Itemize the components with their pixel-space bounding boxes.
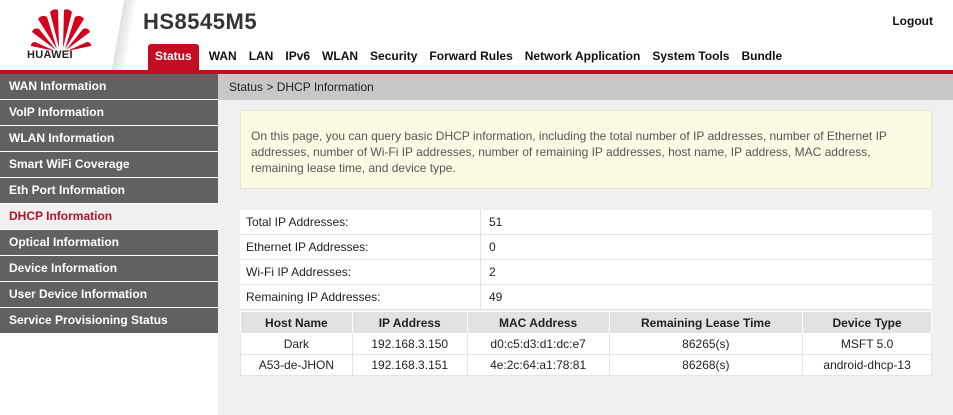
summary-value: 2 xyxy=(489,265,496,279)
cell-device-type: android-dhcp-13 xyxy=(802,354,932,376)
table-header-row: Host Name IP Address MAC Address Remaini… xyxy=(240,311,932,334)
sidebar-item-eth-port-information[interactable]: Eth Port Information xyxy=(0,178,218,204)
tab-security[interactable]: Security xyxy=(364,44,423,70)
column-header-ip-address: IP Address xyxy=(351,311,468,334)
header-divider xyxy=(111,0,137,70)
cell-host-name: Dark xyxy=(240,333,353,355)
summary-value: 0 xyxy=(489,240,496,254)
summary-row-ethernet-ip: Ethernet IP Addresses: 0 xyxy=(240,235,932,260)
cell-ip-address: 192.168.3.151 xyxy=(351,354,468,376)
summary-row-total-ip: Total IP Addresses: 51 xyxy=(240,210,932,235)
main-content: Status > DHCP Information On this page, … xyxy=(218,74,953,415)
tab-network-application[interactable]: Network Application xyxy=(519,44,647,70)
dhcp-summary: Total IP Addresses: 51 Ethernet IP Addre… xyxy=(240,210,932,310)
cell-ip-address: 192.168.3.150 xyxy=(351,333,468,355)
cell-remaining-lease-time: 86268(s) xyxy=(608,354,804,376)
summary-row-remaining-ip: Remaining IP Addresses: 49 xyxy=(240,285,932,310)
device-model-title: HS8545M5 xyxy=(143,9,258,34)
table-row: A53-de-JHON 192.168.3.151 4e:2c:64:a1:78… xyxy=(240,354,932,376)
tab-forward-rules[interactable]: Forward Rules xyxy=(423,44,518,70)
tab-status[interactable]: Status xyxy=(148,44,199,70)
table-row: Dark 192.168.3.150 d0:c5:d3:d1:dc:e7 862… xyxy=(240,333,932,355)
tab-system-tools[interactable]: System Tools xyxy=(646,44,735,70)
breadcrumb: Status > DHCP Information xyxy=(218,74,953,100)
column-header-remaining-lease-time: Remaining Lease Time xyxy=(608,311,804,334)
cell-host-name: A53-de-JHON xyxy=(240,354,353,376)
summary-value: 51 xyxy=(489,215,503,229)
sidebar-item-device-information[interactable]: Device Information xyxy=(0,256,218,282)
logout-link[interactable]: Logout xyxy=(892,14,933,28)
top-nav: Status WAN LAN IPv6 WLAN Security Forwar… xyxy=(148,44,788,70)
summary-label: Total IP Addresses: xyxy=(240,210,481,234)
sidebar: WAN Information VoIP Information WLAN In… xyxy=(0,74,218,415)
brand-name: HUAWEI xyxy=(27,49,73,61)
tab-ipv6[interactable]: IPv6 xyxy=(279,44,316,70)
sidebar-item-user-device-information[interactable]: User Device Information xyxy=(0,282,218,308)
cell-device-type: MSFT 5.0 xyxy=(802,333,932,355)
cell-mac-address: 4e:2c:64:a1:78:81 xyxy=(466,354,610,376)
summary-value: 49 xyxy=(489,290,503,304)
header: HUAWEI HS8545M5 Logout Status WAN LAN IP… xyxy=(0,0,953,70)
sidebar-item-optical-information[interactable]: Optical Information xyxy=(0,230,218,256)
sidebar-item-service-provisioning-status[interactable]: Service Provisioning Status xyxy=(0,308,218,334)
sidebar-item-voip-information[interactable]: VoIP Information xyxy=(0,100,218,126)
tab-wlan[interactable]: WLAN xyxy=(316,44,364,70)
sidebar-item-dhcp-information[interactable]: DHCP Information xyxy=(0,204,218,230)
dhcp-client-table: Host Name IP Address MAC Address Remaini… xyxy=(240,311,932,376)
page-description: On this page, you can query basic DHCP i… xyxy=(240,110,932,189)
sidebar-item-wan-information[interactable]: WAN Information xyxy=(0,74,218,100)
sidebar-item-wlan-information[interactable]: WLAN Information xyxy=(0,126,218,152)
summary-label: Ethernet IP Addresses: xyxy=(240,235,481,259)
summary-label: Remaining IP Addresses: xyxy=(240,285,481,309)
cell-mac-address: d0:c5:d3:d1:dc:e7 xyxy=(466,333,610,355)
cell-remaining-lease-time: 86265(s) xyxy=(608,333,804,355)
tab-bundle[interactable]: Bundle xyxy=(735,44,788,70)
column-header-host-name: Host Name xyxy=(240,311,353,334)
sidebar-item-smart-wifi-coverage[interactable]: Smart WiFi Coverage xyxy=(0,152,218,178)
column-header-device-type: Device Type xyxy=(802,311,932,334)
tab-wan[interactable]: WAN xyxy=(203,44,243,70)
summary-label: Wi-Fi IP Addresses: xyxy=(240,260,481,284)
summary-row-wifi-ip: Wi-Fi IP Addresses: 2 xyxy=(240,260,932,285)
tab-lan[interactable]: LAN xyxy=(243,44,280,70)
column-header-mac-address: MAC Address xyxy=(466,311,610,334)
